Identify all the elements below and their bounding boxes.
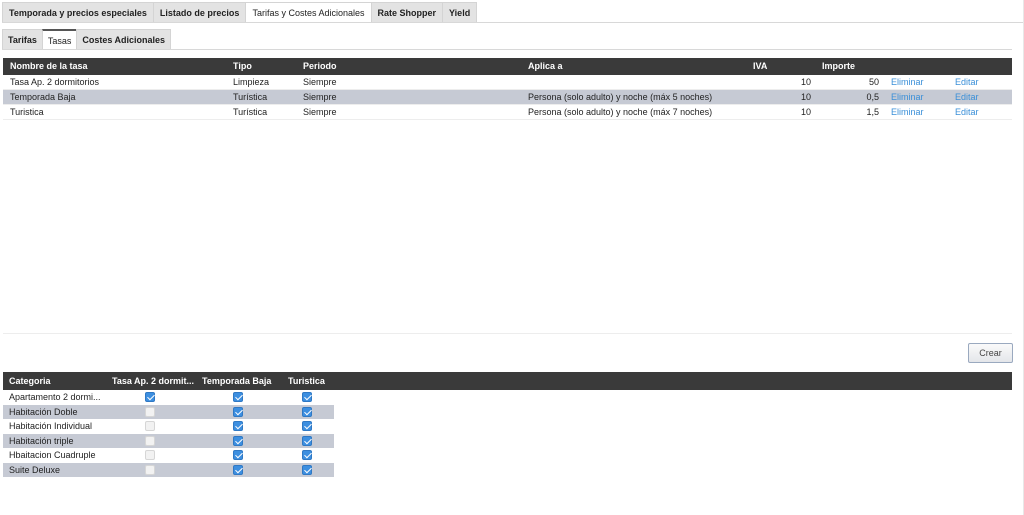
category-checkbox[interactable] [233, 421, 243, 431]
tax-periodo: Siempre [303, 92, 337, 102]
subtab-tarifas[interactable]: Tarifas [2, 29, 42, 50]
category-checkbox[interactable] [145, 406, 155, 417]
tab-tarifas-costes[interactable]: Tarifas y Costes Adicionales [245, 2, 371, 23]
tab-rate-shopper[interactable]: Rate Shopper [370, 2, 443, 23]
tax-iva: 10 [800, 107, 811, 117]
category-name: Habitación Individual [9, 421, 93, 431]
category-checkbox[interactable] [233, 392, 243, 402]
category-checkbox[interactable] [302, 421, 312, 431]
tax-aplica: Persona (solo adulto) y noche (máx 5 noc… [528, 92, 713, 102]
taxes-table-body: Tasa Ap. 2 dormitorios Limpieza Siempre 10 5… [3, 75, 1012, 120]
taxes-table: Nombre de la tasa Tipo Periodo Aplica a … [3, 58, 1012, 120]
create-button[interactable]: Crear [968, 343, 1013, 363]
category-checkbox[interactable] [233, 450, 243, 460]
tax-importe: 50 [868, 77, 879, 87]
col-header-iva[interactable]: IVA [753, 58, 767, 75]
table-row[interactable]: Turistica Turística Siempre Persona (solo a… [3, 105, 1012, 120]
list-item: Habitación Individual [3, 419, 334, 434]
list-item: Habitación triple [3, 433, 334, 448]
tax-importe: 1,5 [866, 107, 879, 117]
category-name: Hbaitacion Cuadruple [9, 450, 96, 460]
category-checkbox[interactable] [302, 406, 312, 417]
tax-name: Temporada Baja [10, 92, 76, 102]
col-header-categoria[interactable]: Categoria [9, 372, 51, 390]
col-header-turistica[interactable]: Turistica [288, 372, 325, 390]
category-checkbox[interactable] [145, 421, 155, 431]
category-checkbox[interactable] [302, 464, 312, 475]
categories-table: Categoria Tasa Ap. 2 dormit... Temporada… [3, 372, 1012, 477]
col-header-importe[interactable]: Importe [822, 58, 855, 75]
tax-aplica: Persona (solo adulto) y noche (máx 7 noc… [528, 107, 713, 117]
tax-periodo: Siempre [303, 77, 337, 87]
col-header-periodo[interactable]: Periodo [303, 58, 337, 75]
categories-table-header: Categoria Tasa Ap. 2 dormit... Temporada… [3, 372, 1012, 390]
table-row[interactable]: Tasa Ap. 2 dormitorios Limpieza Siempre 10 5… [3, 75, 1012, 90]
category-name: Suite Deluxe [9, 464, 61, 475]
list-item: Hbaitacion Cuadruple [3, 448, 334, 463]
category-checkbox[interactable] [302, 392, 312, 402]
category-checkbox[interactable] [145, 464, 155, 475]
tabs-divider [2, 22, 1024, 23]
tax-name: Turistica [10, 107, 44, 117]
tax-iva: 10 [800, 77, 811, 87]
table-row[interactable]: Temporada Baja Turística Siempre Persona (s… [3, 90, 1012, 105]
tab-temporada[interactable]: Temporada y precios especiales [2, 2, 153, 23]
category-checkbox[interactable] [302, 450, 312, 460]
taxes-table-header: Nombre de la tasa Tipo Periodo Aplica a … [3, 58, 1012, 75]
category-checkbox[interactable] [145, 450, 155, 460]
col-header-tasa-ap[interactable]: Tasa Ap. 2 dormit... [112, 372, 194, 390]
edit-link[interactable]: Editar [955, 90, 979, 105]
edit-link[interactable]: Editar [955, 105, 979, 120]
tab-yield[interactable]: Yield [442, 2, 478, 23]
sub-tabs: Tarifas Tasas Costes Adicionales [2, 29, 172, 50]
category-name: Apartamento 2 dormi... [9, 392, 101, 402]
delete-link[interactable]: Eliminar [891, 90, 924, 105]
category-checkbox[interactable] [302, 435, 312, 446]
tax-tipo: Turística [233, 92, 268, 102]
delete-link[interactable]: Eliminar [891, 75, 924, 90]
list-item: Suite Deluxe [3, 462, 334, 477]
tab-listado-precios[interactable]: Listado de precios [152, 2, 246, 23]
tax-importe: 0,5 [866, 92, 879, 102]
col-header-aplica[interactable]: Aplica a [528, 58, 563, 75]
col-header-temporada-baja[interactable]: Temporada Baja [202, 372, 271, 390]
tax-tipo: Turística [233, 107, 268, 117]
category-checkbox[interactable] [233, 464, 243, 475]
categories-table-body: Apartamento 2 dormi... Habitación Doble Ha… [3, 390, 1012, 477]
category-checkbox[interactable] [145, 435, 155, 446]
section-divider [3, 333, 1012, 334]
tax-tipo: Limpieza [233, 77, 270, 87]
category-checkbox[interactable] [233, 406, 243, 417]
subtabs-divider [2, 49, 1012, 50]
list-item: Apartamento 2 dormi... [3, 390, 334, 405]
category-name: Habitación triple [9, 435, 74, 446]
tax-name: Tasa Ap. 2 dormitorios [10, 77, 100, 87]
tax-periodo: Siempre [303, 107, 337, 117]
list-item: Habitación Doble [3, 404, 334, 419]
category-checkbox[interactable] [145, 392, 155, 402]
col-header-name[interactable]: Nombre de la tasa [10, 58, 88, 75]
subtab-costes-adicionales[interactable]: Costes Adicionales [76, 29, 172, 50]
edit-link[interactable]: Editar [955, 75, 979, 90]
category-checkbox[interactable] [233, 435, 243, 446]
main-tabs: Temporada y precios especiales Listado d… [2, 2, 478, 23]
category-name: Habitación Doble [9, 406, 78, 417]
delete-link[interactable]: Eliminar [891, 105, 924, 120]
tax-iva: 10 [800, 92, 811, 102]
subtab-tasas[interactable]: Tasas [41, 29, 77, 50]
col-header-tipo[interactable]: Tipo [233, 58, 252, 75]
